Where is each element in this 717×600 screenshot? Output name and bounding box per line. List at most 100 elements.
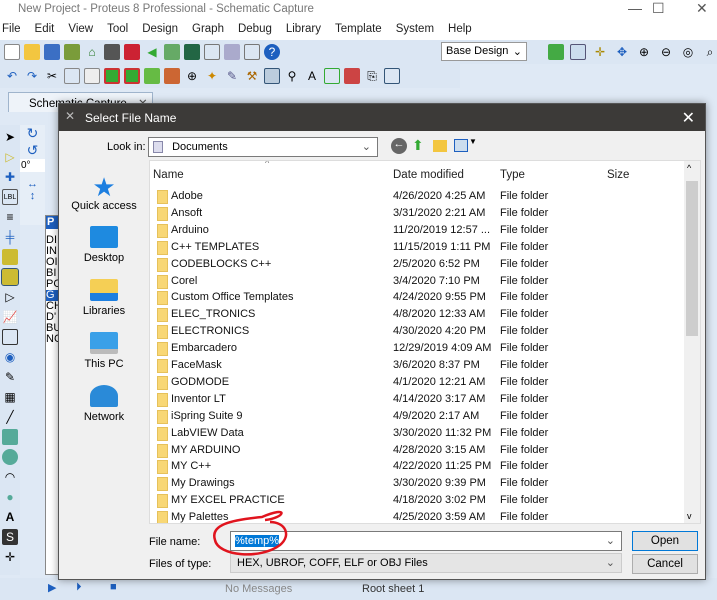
selection-mode-icon[interactable]: ➤ xyxy=(2,129,18,145)
file-row[interactable]: iSpring Suite 9 4/9/2020 2:17 AM File fold… xyxy=(150,408,684,425)
label-icon[interactable]: LBL xyxy=(2,189,18,205)
menu-view[interactable]: View xyxy=(68,23,93,40)
rotate-ccw-icon[interactable]: ↺ xyxy=(20,142,45,159)
circle-icon[interactable] xyxy=(2,449,18,465)
column-name[interactable]: Name xyxy=(153,169,184,181)
mirror-x-icon[interactable]: ↔ xyxy=(20,178,45,190)
search-icon[interactable]: ⚲ xyxy=(284,68,300,84)
pcb-icon[interactable] xyxy=(124,44,140,60)
source-icon[interactable] xyxy=(204,44,220,60)
zoom-out-icon[interactable]: ⊖ xyxy=(658,44,674,60)
block-delete-icon[interactable] xyxy=(164,68,180,84)
schematic-icon[interactable] xyxy=(104,44,120,60)
column-date[interactable]: Date modified xyxy=(393,169,464,181)
instrument-icon[interactable]: ▦ xyxy=(2,389,18,405)
file-row[interactable]: My Drawings 3/30/2020 9:39 PM File folder xyxy=(150,475,684,492)
angle-field[interactable]: 0° xyxy=(20,159,45,172)
menu-system[interactable]: System xyxy=(396,23,434,40)
redo-icon[interactable]: ↷ xyxy=(24,68,40,84)
bus-icon[interactable]: ╪ xyxy=(2,229,18,245)
file-row[interactable]: Inventor LT 4/14/2020 3:17 AM File folder xyxy=(150,391,684,408)
grid-icon[interactable] xyxy=(570,44,586,60)
marker-icon[interactable]: ✛ xyxy=(2,549,18,565)
file-row[interactable]: Custom Office Templates 4/24/2020 9:55 PM… xyxy=(150,289,684,306)
back-icon[interactable]: ← xyxy=(391,138,407,154)
import-icon[interactable] xyxy=(64,44,80,60)
view-menu-chevron-icon[interactable]: ▼ xyxy=(469,137,477,146)
new-folder-icon[interactable] xyxy=(433,140,447,152)
file-row[interactable]: ELECTRONICS 4/30/2020 4:20 PM File folder xyxy=(150,323,684,340)
cancel-button[interactable]: Cancel xyxy=(632,554,698,574)
file-row[interactable]: FaceMask 3/6/2020 8:37 PM File folder xyxy=(150,357,684,374)
block-rotate-icon[interactable] xyxy=(144,68,160,84)
stop-icon[interactable]: ■ xyxy=(110,581,117,593)
pin-icon[interactable]: ▷ xyxy=(2,289,18,305)
generator-icon[interactable]: ◉ xyxy=(2,349,18,365)
menu-edit[interactable]: Edit xyxy=(35,23,55,40)
open-icon[interactable] xyxy=(24,44,40,60)
terminal-icon[interactable] xyxy=(1,268,19,286)
rotate-cw-icon[interactable]: ↻ xyxy=(20,125,45,142)
package-icon[interactable]: ✎ xyxy=(224,68,240,84)
menu-design[interactable]: Design xyxy=(142,23,178,40)
save-icon[interactable] xyxy=(44,44,60,60)
pick-icon[interactable]: ⊕ xyxy=(184,68,200,84)
zoom-area-icon[interactable]: ⌕ xyxy=(702,44,717,60)
help-icon[interactable]: ? xyxy=(264,44,280,60)
file-row[interactable]: GODMODE 4/1/2020 12:21 AM File folder xyxy=(150,374,684,391)
design-select[interactable]: Base Design ⌄ xyxy=(441,42,527,61)
3d-icon[interactable]: ◀ xyxy=(144,44,160,60)
bom-icon[interactable] xyxy=(184,44,200,60)
arc-icon[interactable]: ◠ xyxy=(2,469,18,485)
symbol-icon[interactable]: S xyxy=(2,529,18,545)
place-desktop[interactable]: Desktop xyxy=(63,226,145,264)
file-row[interactable]: Adobe 4/26/2020 4:25 AM File folder xyxy=(150,188,684,205)
scroll-thumb[interactable] xyxy=(686,181,698,336)
remove-sheet-icon[interactable] xyxy=(344,68,360,84)
place-this-pc[interactable]: This PC xyxy=(63,332,145,370)
menu-help[interactable]: Help xyxy=(448,23,472,40)
menu-file[interactable]: File xyxy=(2,23,21,40)
scroll-down-icon[interactable]: v xyxy=(687,511,692,521)
wire-autorouter-icon[interactable] xyxy=(264,68,280,84)
zoom-in-icon[interactable]: ⊕ xyxy=(636,44,652,60)
file-type-select[interactable]: HEX, UBROF, COFF, ELF or OBJ Files ⌄ xyxy=(230,553,622,573)
netlist-icon[interactable] xyxy=(384,68,400,84)
dialog-close-button[interactable]: ✕ xyxy=(682,108,695,128)
cut-icon[interactable]: ✂ xyxy=(44,68,60,84)
chevron-down-icon[interactable]: ⌄ xyxy=(606,534,615,547)
file-row[interactable]: Embarcadero 12/29/2019 4:09 AM File folder xyxy=(150,340,684,357)
block-move-icon[interactable] xyxy=(124,68,140,84)
junction-icon[interactable]: ✚ xyxy=(2,169,18,185)
file-row[interactable]: My Palettes 4/25/2020 3:59 AM File folder xyxy=(150,509,684,523)
menu-graph[interactable]: Graph xyxy=(192,23,224,40)
up-folder-icon[interactable]: ⬆ xyxy=(412,137,424,154)
open-button[interactable]: Open xyxy=(632,531,698,551)
gerber-icon[interactable] xyxy=(164,44,180,60)
file-row[interactable]: ELEC_TRONICS 4/8/2020 12:33 AM File folder xyxy=(150,306,684,323)
origin-icon[interactable]: ✛ xyxy=(592,44,608,60)
new-sheet-icon[interactable] xyxy=(324,68,340,84)
file-row[interactable]: Corel 3/4/2020 7:10 PM File folder xyxy=(150,273,684,290)
property-icon[interactable]: A xyxy=(304,68,320,84)
tape-icon[interactable] xyxy=(2,329,18,345)
file-name-input[interactable]: %temp% ⌄ xyxy=(230,531,622,551)
menu-debug[interactable]: Debug xyxy=(238,23,272,40)
file-row[interactable]: MY EXCEL PRACTICE 4/18/2020 3:02 PM File f… xyxy=(150,492,684,509)
file-row[interactable]: Ansoft 3/31/2020 2:21 AM File folder xyxy=(150,205,684,222)
decompose-icon[interactable]: ⚒ xyxy=(244,68,260,84)
undo-icon[interactable]: ↶ xyxy=(4,68,20,84)
menu-tool[interactable]: Tool xyxy=(107,23,128,40)
block-copy-icon[interactable] xyxy=(104,68,120,84)
report-icon[interactable] xyxy=(244,44,260,60)
column-type[interactable]: Type xyxy=(500,169,525,181)
box-icon[interactable] xyxy=(2,429,18,445)
new-icon[interactable] xyxy=(4,44,20,60)
probe-icon[interactable]: ✎ xyxy=(2,369,18,385)
mirror-y-icon[interactable]: ↕ xyxy=(20,190,45,202)
pan-icon[interactable]: ✥ xyxy=(614,44,630,60)
subcircuit-icon[interactable] xyxy=(2,249,18,265)
maximize-button[interactable]: ☐ xyxy=(652,0,665,17)
paste-icon[interactable] xyxy=(84,68,100,84)
text-icon[interactable]: A xyxy=(2,509,18,525)
